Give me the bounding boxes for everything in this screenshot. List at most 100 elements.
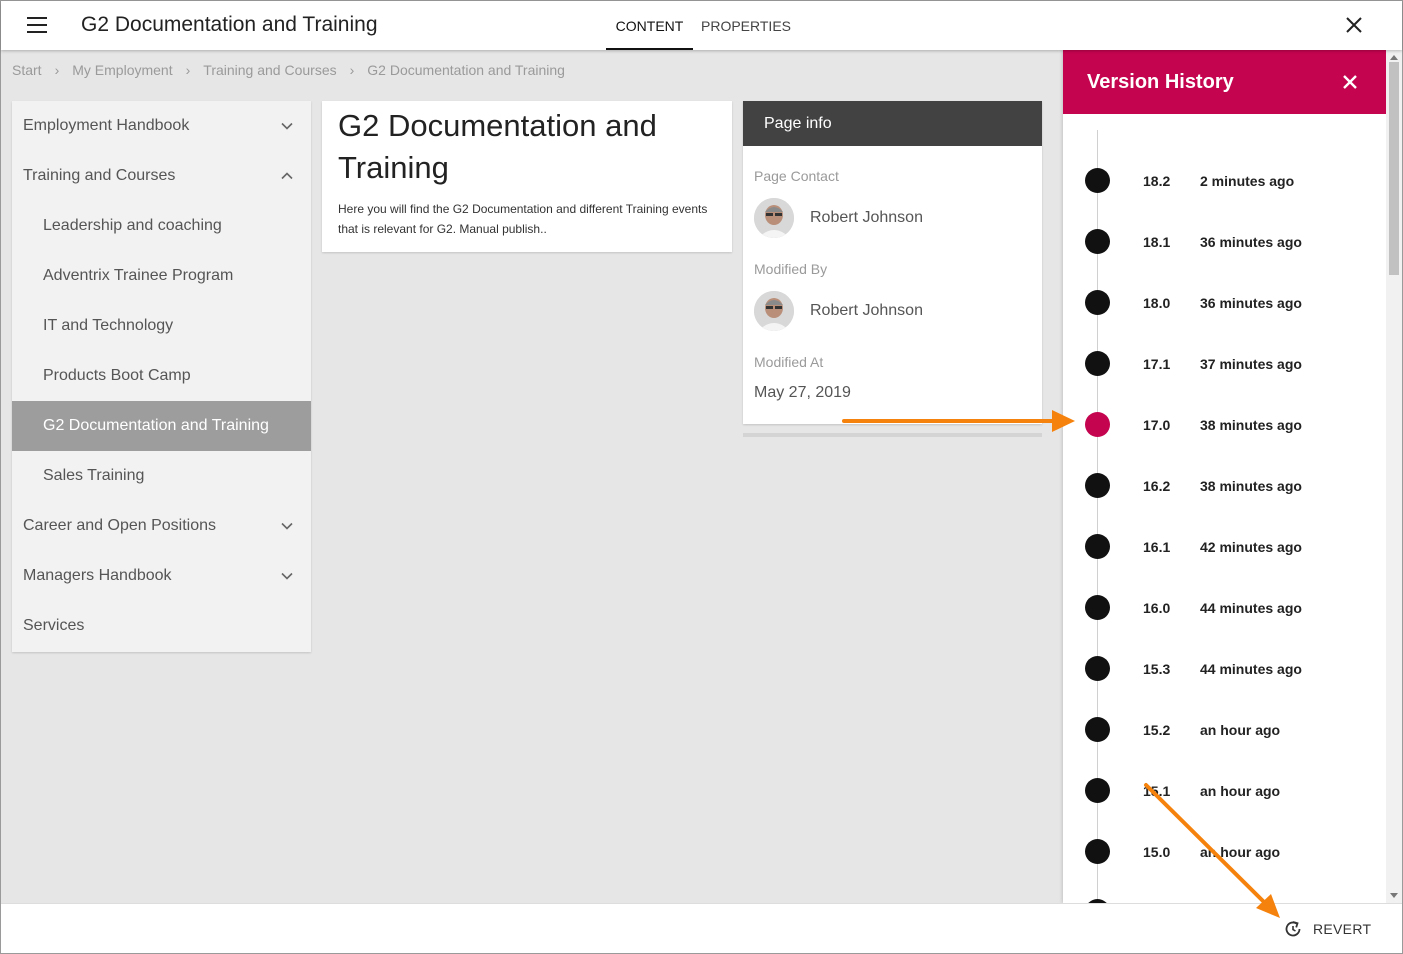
revert-icon	[1285, 921, 1301, 937]
close-icon[interactable]	[1344, 15, 1364, 35]
version-number: 15.1	[1143, 783, 1171, 799]
version-row[interactable]: 15.3 44 minutes ago	[1063, 653, 1386, 683]
version-row[interactable]: 18.0 36 minutes ago	[1063, 287, 1386, 317]
version-row[interactable]: 15.0 an hour ago	[1063, 836, 1386, 866]
breadcrumb-item-training[interactable]: Training and Courses	[203, 62, 336, 78]
tab-content[interactable]: CONTENT	[606, 1, 693, 50]
version-dot[interactable]	[1085, 168, 1110, 193]
sidebar-item-it-technology[interactable]: IT and Technology	[12, 301, 311, 351]
version-time: 2 minutes ago	[1200, 173, 1295, 189]
version-row[interactable]: 15.1 an hour ago	[1063, 775, 1386, 805]
breadcrumb-item-start[interactable]: Start	[12, 62, 42, 78]
sidebar-item-managers-handbook[interactable]: Managers Handbook	[12, 551, 311, 601]
version-number: 15.2	[1143, 722, 1171, 738]
modified-by-name: Robert Johnson	[810, 302, 923, 319]
version-time: 36 minutes ago	[1200, 295, 1302, 311]
version-dot[interactable]	[1085, 290, 1110, 315]
close-icon[interactable]	[1342, 74, 1358, 90]
sidebar-item-products-boot-camp[interactable]: Products Boot Camp	[12, 351, 311, 401]
version-time: an hour ago	[1200, 844, 1281, 860]
version-dot-selected[interactable]	[1085, 412, 1110, 437]
version-dot[interactable]	[1085, 534, 1110, 559]
sidebar-item-leadership[interactable]: Leadership and coaching	[12, 201, 311, 251]
sidebar-item-training-and-courses[interactable]: Training and Courses	[12, 151, 311, 201]
modified-by: Robert Johnson	[754, 291, 923, 331]
avatar	[754, 198, 794, 238]
breadcrumb-item-current[interactable]: G2 Documentation and Training	[367, 62, 565, 78]
version-time: 36 minutes ago	[1200, 234, 1302, 250]
sidebar-item-label: Career and Open Positions	[23, 517, 216, 534]
page-contact: Robert Johnson	[754, 198, 923, 238]
sidebar-item-employment-handbook[interactable]: Employment Handbook	[12, 101, 311, 151]
version-number: 18.0	[1143, 295, 1171, 311]
version-dot[interactable]	[1085, 656, 1110, 681]
modified-by-label: Modified By	[754, 261, 828, 277]
version-time: an hour ago	[1200, 722, 1281, 738]
sidebar-nav: Employment Handbook Training and Courses…	[12, 101, 311, 652]
version-row[interactable]: 18.2 2 minutes ago	[1063, 165, 1386, 195]
chevron-down-icon	[281, 522, 293, 530]
sidebar-item-g2-documentation[interactable]: G2 Documentation and Training	[12, 401, 311, 451]
version-row[interactable]: 17.0 38 minutes ago	[1063, 409, 1386, 439]
chevron-up-icon	[281, 172, 293, 180]
breadcrumb: Start › My Employment › Training and Cou…	[12, 62, 565, 78]
page-info-panel: Page info Page Contact Robert Johnson Mo…	[743, 101, 1042, 424]
version-dot[interactable]	[1085, 778, 1110, 803]
page-contact-label: Page Contact	[754, 168, 839, 184]
chevron-right-icon: ›	[54, 62, 60, 78]
sidebar-item-adventrix[interactable]: Adventrix Trainee Program	[12, 251, 311, 301]
version-time: 37 minutes ago	[1200, 356, 1302, 372]
version-dot[interactable]	[1085, 839, 1110, 864]
content-card: G2 Documentation and Training Here you w…	[322, 101, 732, 252]
sidebar-item-label: Training and Courses	[23, 167, 176, 184]
breadcrumb-item-my-employment[interactable]: My Employment	[72, 62, 172, 78]
sidebar-item-label: Managers Handbook	[23, 567, 172, 584]
hamburger-icon[interactable]	[27, 17, 47, 33]
version-row-partial	[1063, 896, 1386, 903]
scroll-up-icon[interactable]	[1390, 55, 1398, 60]
scroll-thumb[interactable]	[1389, 62, 1399, 275]
version-number: 18.2	[1143, 173, 1171, 189]
version-dot[interactable]	[1085, 351, 1110, 376]
version-number: 15.0	[1143, 844, 1171, 860]
version-time: 44 minutes ago	[1200, 661, 1302, 677]
version-number: 16.2	[1143, 478, 1171, 494]
sidebar-item-label: Employment Handbook	[23, 117, 190, 134]
version-row[interactable]: 15.2 an hour ago	[1063, 714, 1386, 744]
scrollbar[interactable]	[1386, 50, 1402, 903]
version-dot[interactable]	[1085, 717, 1110, 742]
version-number: 18.1	[1143, 234, 1171, 250]
version-dot[interactable]	[1085, 473, 1110, 498]
version-time: 44 minutes ago	[1200, 600, 1302, 616]
version-number: 16.0	[1143, 600, 1171, 616]
modified-at-label: Modified At	[754, 354, 824, 370]
version-time: 42 minutes ago	[1200, 539, 1302, 555]
revert-button[interactable]: REVERT	[1283, 919, 1371, 939]
version-history-header: Version History	[1063, 50, 1386, 114]
page-title: G2 Documentation and Training	[81, 13, 378, 36]
avatar	[754, 291, 794, 331]
sidebar-item-services[interactable]: Services	[12, 601, 311, 651]
version-number: 17.0	[1143, 417, 1171, 433]
top-bar: G2 Documentation and Training CONTENT PR…	[1, 1, 1402, 50]
tab-properties[interactable]: PROPERTIES	[701, 1, 791, 50]
chevron-down-icon	[281, 572, 293, 580]
scroll-down-icon[interactable]	[1390, 893, 1398, 898]
version-dot[interactable]	[1085, 229, 1110, 254]
chevron-down-icon	[281, 122, 293, 130]
bottom-bar: REVERT	[1, 903, 1402, 953]
version-row[interactable]: 18.1 36 minutes ago	[1063, 226, 1386, 256]
version-dot[interactable]	[1085, 595, 1110, 620]
version-row[interactable]: 17.1 37 minutes ago	[1063, 348, 1386, 378]
sidebar-item-sales-training[interactable]: Sales Training	[12, 451, 311, 501]
page-info-header: Page info	[743, 101, 1042, 146]
version-row[interactable]: 16.1 42 minutes ago	[1063, 531, 1386, 561]
sidebar-item-career[interactable]: Career and Open Positions	[12, 501, 311, 551]
divider	[743, 433, 1042, 437]
version-number: 17.1	[1143, 356, 1171, 372]
version-row[interactable]: 16.0 44 minutes ago	[1063, 592, 1386, 622]
version-history-panel: Version History 18.2 2 minutes ago 18.1 36 …	[1063, 50, 1386, 903]
revert-label: REVERT	[1313, 921, 1372, 937]
version-number: 15.3	[1143, 661, 1171, 677]
version-row[interactable]: 16.2 38 minutes ago	[1063, 470, 1386, 500]
